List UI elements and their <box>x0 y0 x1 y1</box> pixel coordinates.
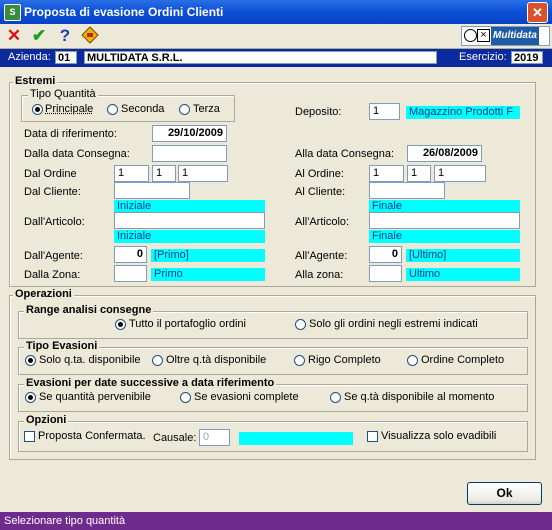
radio-se-quantita-pervenibile-label: Se quantità pervenibile <box>39 391 151 403</box>
radio-se-evasioni-complete-label: Se evasioni complete <box>194 391 299 403</box>
all-articolo-input[interactable] <box>369 212 520 229</box>
azienda-name: MULTIDATA S.R.L. <box>84 51 437 64</box>
radio-ordine-completo[interactable] <box>407 355 418 366</box>
all-agente-input[interactable]: 0 <box>369 246 402 263</box>
app-icon: S <box>4 4 21 21</box>
multidata-logo: × Multidata <box>461 26 550 46</box>
deposito-input[interactable]: 1 <box>369 103 400 120</box>
dall-articolo-desc: Iniziale <box>114 230 265 243</box>
status-bar: Selezionare tipo quantità <box>0 512 552 530</box>
dalla-data-consegna-label: Dalla data Consegna: <box>24 148 130 160</box>
al-ordine-1[interactable]: 1 <box>369 165 404 182</box>
dall-agente-input[interactable]: 0 <box>114 246 147 263</box>
all-agente-desc: [Ultimo] <box>406 249 520 262</box>
esercizio-value: 2019 <box>511 51 543 64</box>
esercizio-label: Esercizio: <box>459 51 507 63</box>
azienda-code: 01 <box>55 51 77 64</box>
radio-solo-ordini-estremi[interactable] <box>295 319 306 330</box>
wizard-icon[interactable] <box>80 26 100 46</box>
data-riferimento-input[interactable]: 29/10/2009 <box>152 125 227 142</box>
all-articolo-label: All'Articolo: <box>295 216 350 228</box>
radio-tutto-portafoglio-label: Tutto il portafoglio ordini <box>129 318 246 330</box>
azienda-label: Azienda: <box>8 51 51 63</box>
alla-zona-input[interactable] <box>369 265 402 282</box>
ok-button[interactable]: Ok <box>467 482 542 505</box>
data-riferimento-label: Data di riferimento: <box>24 128 117 140</box>
alla-data-consegna-label: Alla data Consegna: <box>295 148 395 160</box>
dall-agente-label: Dall'Agente: <box>24 250 83 262</box>
radio-oltre-qta-disponibile-label: Oltre q.tà disponibile <box>166 354 267 366</box>
dall-articolo-label: Dall'Articolo: <box>24 216 85 228</box>
radio-solo-qta-disponibile[interactable] <box>25 355 36 366</box>
radio-rigo-completo[interactable] <box>294 355 305 366</box>
radio-tutto-portafoglio[interactable] <box>115 319 126 330</box>
causale-input[interactable]: 0 <box>199 429 230 446</box>
close-button[interactable]: ✕ <box>527 2 548 23</box>
dalla-zona-desc: Primo <box>151 268 265 281</box>
visualizza-evadibili-label: Visualizza solo evadibili <box>381 430 497 442</box>
radio-se-quantita-pervenibile[interactable] <box>25 392 36 403</box>
deposito-name: Magazzino Prodotti F <box>406 106 520 119</box>
radio-ordine-completo-label: Ordine Completo <box>421 354 505 366</box>
tipo-quantita-title: Tipo Quantità <box>28 88 98 100</box>
range-title: Range analisi consegne <box>24 304 154 316</box>
radio-se-qta-disponibile-momento-label: Se q.tà disponibile al momento <box>344 391 495 403</box>
dal-cliente-label: Dal Cliente: <box>24 186 81 198</box>
causale-desc <box>239 432 353 445</box>
radio-solo-qta-disponibile-label: Solo q.ta. disponibile <box>39 354 141 366</box>
opzioni-title: Opzioni <box>24 414 69 426</box>
logo-text: Multidata <box>491 27 539 45</box>
dalla-zona-label: Dalla Zona: <box>24 269 81 281</box>
radio-oltre-qta-disponibile[interactable] <box>152 355 163 366</box>
confirm-icon[interactable]: ✔ <box>29 26 49 46</box>
radio-se-qta-disponibile-momento[interactable] <box>330 392 341 403</box>
dall-articolo-input[interactable] <box>114 212 265 229</box>
radio-principale[interactable] <box>32 104 43 115</box>
deposito-label: Deposito: <box>295 106 342 118</box>
dal-cliente-input[interactable] <box>114 182 190 199</box>
alla-zona-desc: Ultimo <box>406 268 520 281</box>
dalla-data-consegna-input[interactable] <box>152 145 227 162</box>
causale-label: Causale: <box>153 432 197 444</box>
tipo-evasioni-title: Tipo Evasioni <box>24 340 100 352</box>
radio-se-evasioni-complete[interactable] <box>180 392 191 403</box>
radio-seconda[interactable] <box>107 104 118 115</box>
help-icon[interactable]: ? <box>55 26 75 46</box>
alla-data-consegna-input[interactable]: 26/08/2009 <box>407 145 482 162</box>
radio-terza-label: Terza <box>193 103 220 115</box>
evasioni-date-title: Evasioni per date successive a data rife… <box>24 377 277 389</box>
al-cliente-input[interactable] <box>369 182 445 199</box>
dalla-zona-input[interactable] <box>114 265 147 282</box>
company-bar: Azienda: 01 MULTIDATA S.R.L. Esercizio: … <box>0 49 552 67</box>
cross-box-icon: × <box>477 29 490 42</box>
al-cliente-label: Al Cliente: <box>295 186 346 198</box>
dal-ordine-2[interactable]: 1 <box>152 165 176 182</box>
radio-rigo-completo-label: Rigo Completo <box>308 354 381 366</box>
dall-agente-desc: [Primo] <box>151 249 265 262</box>
estremi-title: Estremi <box>13 75 58 87</box>
toolbar: ✕ ✔ ? × Multidata <box>0 24 552 49</box>
dal-ordine-1[interactable]: 1 <box>114 165 149 182</box>
radio-seconda-label: Seconda <box>121 103 165 115</box>
all-agente-label: All'Agente: <box>295 250 348 262</box>
dal-ordine-label: Dal Ordine <box>24 168 77 180</box>
radio-principale-label: Principale <box>45 103 94 115</box>
al-ordine-2[interactable]: 1 <box>407 165 431 182</box>
visualizza-evadibili-checkbox[interactable] <box>367 431 378 442</box>
dal-ordine-3[interactable]: 1 <box>178 165 228 182</box>
al-ordine-3[interactable]: 1 <box>434 165 486 182</box>
proposta-confermata-checkbox[interactable] <box>24 431 35 442</box>
cancel-icon[interactable]: ✕ <box>4 26 24 46</box>
title-bar: S Proposta di evasione Ordini Clienti ✕ <box>0 0 552 24</box>
circle-icon <box>464 29 477 42</box>
al-ordine-label: Al Ordine: <box>295 168 344 180</box>
window-title: Proposta di evasione Ordini Clienti <box>24 5 224 19</box>
radio-solo-ordini-estremi-label: Solo gli ordini negli estremi indicati <box>309 318 478 330</box>
alla-zona-label: Alla zona: <box>295 269 344 281</box>
radio-terza[interactable] <box>179 104 190 115</box>
operazioni-title: Operazioni <box>13 288 74 300</box>
all-articolo-desc: Finale <box>369 230 520 243</box>
proposta-confermata-label: Proposta Confermata. <box>38 430 146 442</box>
